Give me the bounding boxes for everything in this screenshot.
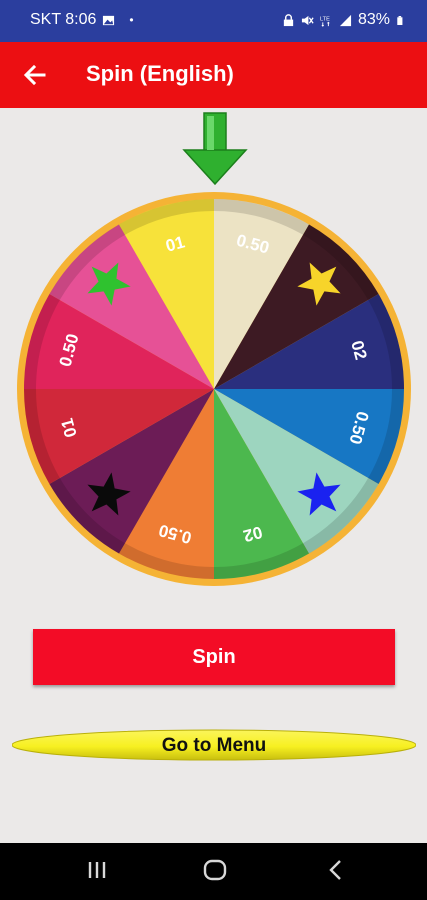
app-bar: Spin (English): [0, 42, 427, 108]
spin-wheel[interactable]: 0.50020.50020.50010.5001: [13, 188, 415, 590]
mute-icon: [301, 15, 314, 25]
arrow-left-icon[interactable]: [22, 62, 48, 88]
status-carrier-time: SKT 8:06: [30, 11, 97, 28]
pointer-arrow-icon: [182, 112, 248, 186]
lte-icon: LTE: [320, 16, 330, 27]
go-to-menu-label: Go to Menu: [161, 735, 267, 756]
battery-icon: [397, 15, 403, 25]
back-icon[interactable]: [326, 859, 346, 881]
recents-icon[interactable]: [86, 859, 108, 881]
battery-percent: 83%: [357, 11, 390, 28]
home-icon[interactable]: [203, 859, 227, 881]
svg-text:LTE: LTE: [320, 16, 330, 22]
status-bar: SKT 8:06 • LTE 83%: [0, 0, 427, 42]
spin-button[interactable]: Spin: [33, 629, 395, 685]
go-to-menu-button[interactable]: Go to Menu: [12, 728, 416, 762]
lock-icon: [283, 13, 294, 26]
system-nav-bar: [0, 843, 427, 900]
image-icon: [103, 15, 115, 25]
status-dot: •: [129, 13, 134, 27]
page-title: Spin (English): [86, 61, 234, 86]
signal-icon: [339, 14, 352, 26]
